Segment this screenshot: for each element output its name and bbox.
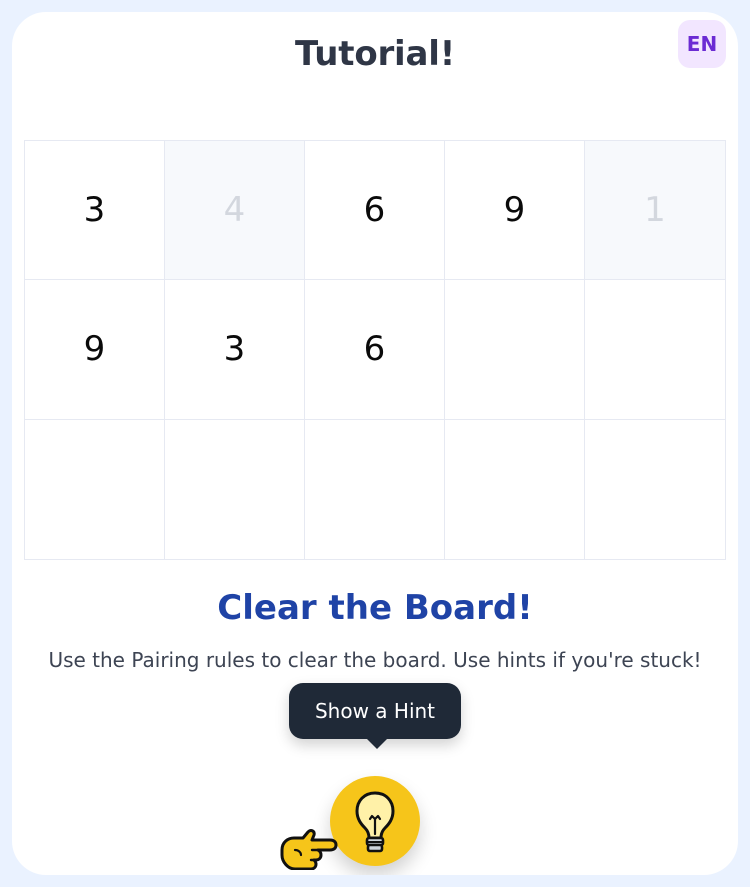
board-cell-14[interactable] [445,419,585,559]
board-cell-5[interactable]: 1 [585,141,725,281]
board-cell-13[interactable] [305,419,445,559]
lightbulb-icon [355,791,395,853]
board-cell-4[interactable]: 9 [445,141,585,281]
board-cell-6[interactable]: 9 [25,280,165,420]
tutorial-description: Use the Pairing rules to clear the board… [48,648,702,672]
board-cell-11[interactable] [25,419,165,559]
board-cell-1[interactable]: 3 [25,141,165,281]
board-cell-12[interactable] [165,419,305,559]
game-board: 34691936 [24,140,726,560]
tutorial-headline: Clear the Board! [217,588,533,628]
board-cell-15[interactable] [585,419,725,559]
tutorial-card: Tutorial! EN 34691936 Clear the Board! U… [12,12,738,875]
hint-tooltip: Show a Hint [289,683,461,749]
hint-button[interactable] [330,776,420,866]
board-cell-10[interactable] [585,280,725,420]
language-button[interactable]: EN [678,20,726,68]
board-cell-9[interactable] [445,280,585,420]
board-cell-7[interactable]: 3 [165,280,305,420]
board-cell-2[interactable]: 4 [165,141,305,281]
board-cell-3[interactable]: 6 [305,141,445,281]
page-title: Tutorial! [295,34,455,74]
pointing-hand-icon [280,829,338,870]
board-cell-8[interactable]: 6 [305,280,445,420]
